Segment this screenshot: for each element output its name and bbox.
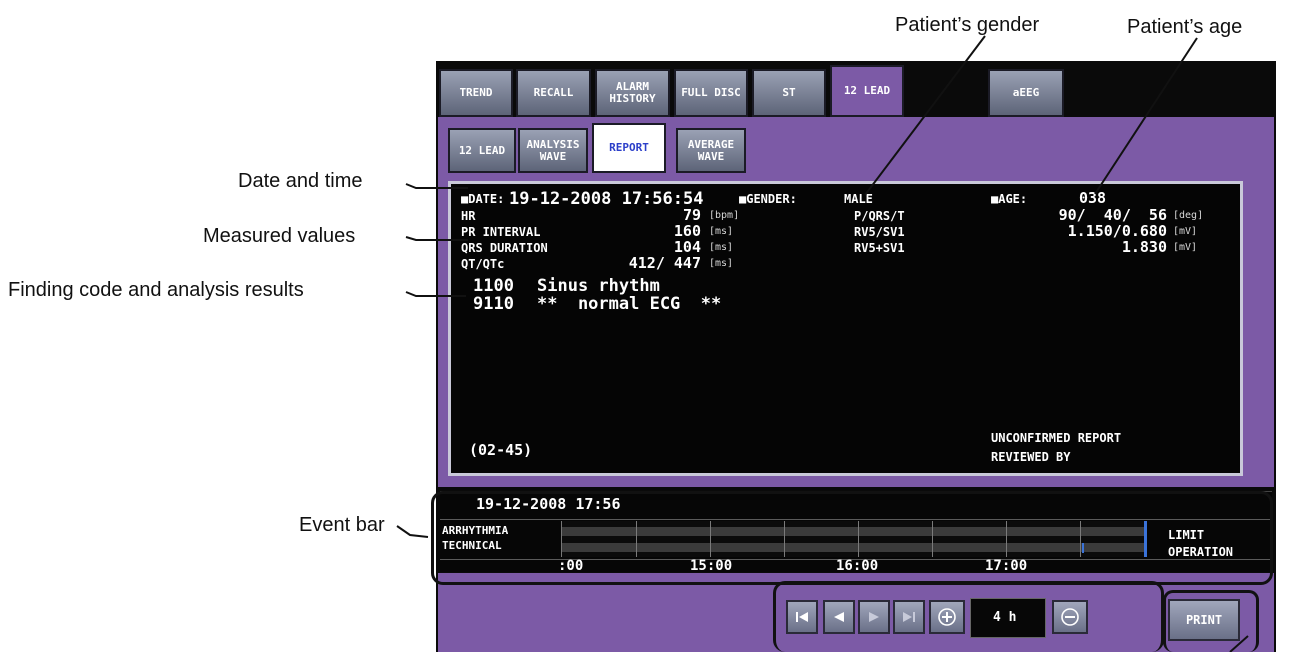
tab-st[interactable]: ST [752,69,826,117]
age-value: 038 [1079,189,1107,207]
subtab-average-wave[interactable]: AVERAGE WAVE [676,128,746,173]
age-label: ■AGE: [991,192,1028,206]
qt-qtc-value: 412/ 447 [628,254,701,272]
callout-event-bar: Event bar [299,514,385,536]
tab-full-disc[interactable]: FULL DISC [674,69,748,117]
date-label: ■DATE: [461,192,505,206]
rv5-plus-sv1-label: RV5+SV1 [854,241,905,255]
callout-date-time: Date and time [238,170,363,192]
hr-label: HR [461,209,476,223]
hr-unit: [bpm] [709,210,740,221]
print-outline [1163,590,1259,652]
tab-aeeg[interactable]: aEEG [988,69,1064,117]
qt-qtc-label: QT/QTc [461,257,505,271]
callout-gender: Patient’s gender [895,14,1040,36]
tab-trend[interactable]: TREND [439,69,513,117]
qt-qtc-unit: [ms] [709,258,734,269]
subtab-report[interactable]: REPORT [592,123,666,173]
finding-text-1: Sinus rhythm [537,276,660,296]
rv5-plus-sv1-value: 1.830 [1121,238,1167,256]
subtab-12-lead[interactable]: 12 LEAD [448,128,516,173]
qrs-duration-label: QRS DURATION [461,241,548,255]
pqrst-label: P/QRS/T [854,209,905,223]
event-bar-outline [431,491,1273,585]
rv5-sv1-label: RV5/SV1 [854,225,905,239]
tab-12-lead[interactable]: 12 LEAD [830,65,904,117]
tab-alarm-history[interactable]: ALARM HISTORY [595,69,670,117]
gender-value: MALE [844,192,873,206]
pqrst-unit: [deg] [1173,210,1204,221]
navigation-outline [773,581,1164,652]
finding-text-2: ** normal ECG ** [537,294,722,314]
gender-label: ■GENDER: [739,192,797,206]
reviewed-by: REVIEWED BY [991,450,1071,464]
callout-age: Patient’s age [1127,16,1243,38]
finding-code-2: 9110 [473,294,514,314]
qrs-duration-unit: [ms] [709,242,734,253]
callout-measured-values: Measured values [203,225,356,247]
rv5-sv1-unit: [mV] [1173,226,1198,237]
finding-code-1: 1100 [473,276,514,296]
report-footer-code: (02-45) [469,441,533,459]
pr-interval-unit: [ms] [709,226,734,237]
callout-finding-code: Finding code and analysis results [8,279,304,301]
tab-recall[interactable]: RECALL [516,69,591,117]
rv5-plus-sv1-unit: [mV] [1173,242,1198,253]
unconfirmed-report: UNCONFIRMED REPORT [991,431,1122,445]
subtab-analysis-wave[interactable]: ANALYSIS WAVE [518,128,588,173]
pr-interval-label: PR INTERVAL [461,225,541,239]
report-panel: ■DATE: 19-12-2008 17:56:54 ■GENDER: MALE… [448,181,1243,476]
